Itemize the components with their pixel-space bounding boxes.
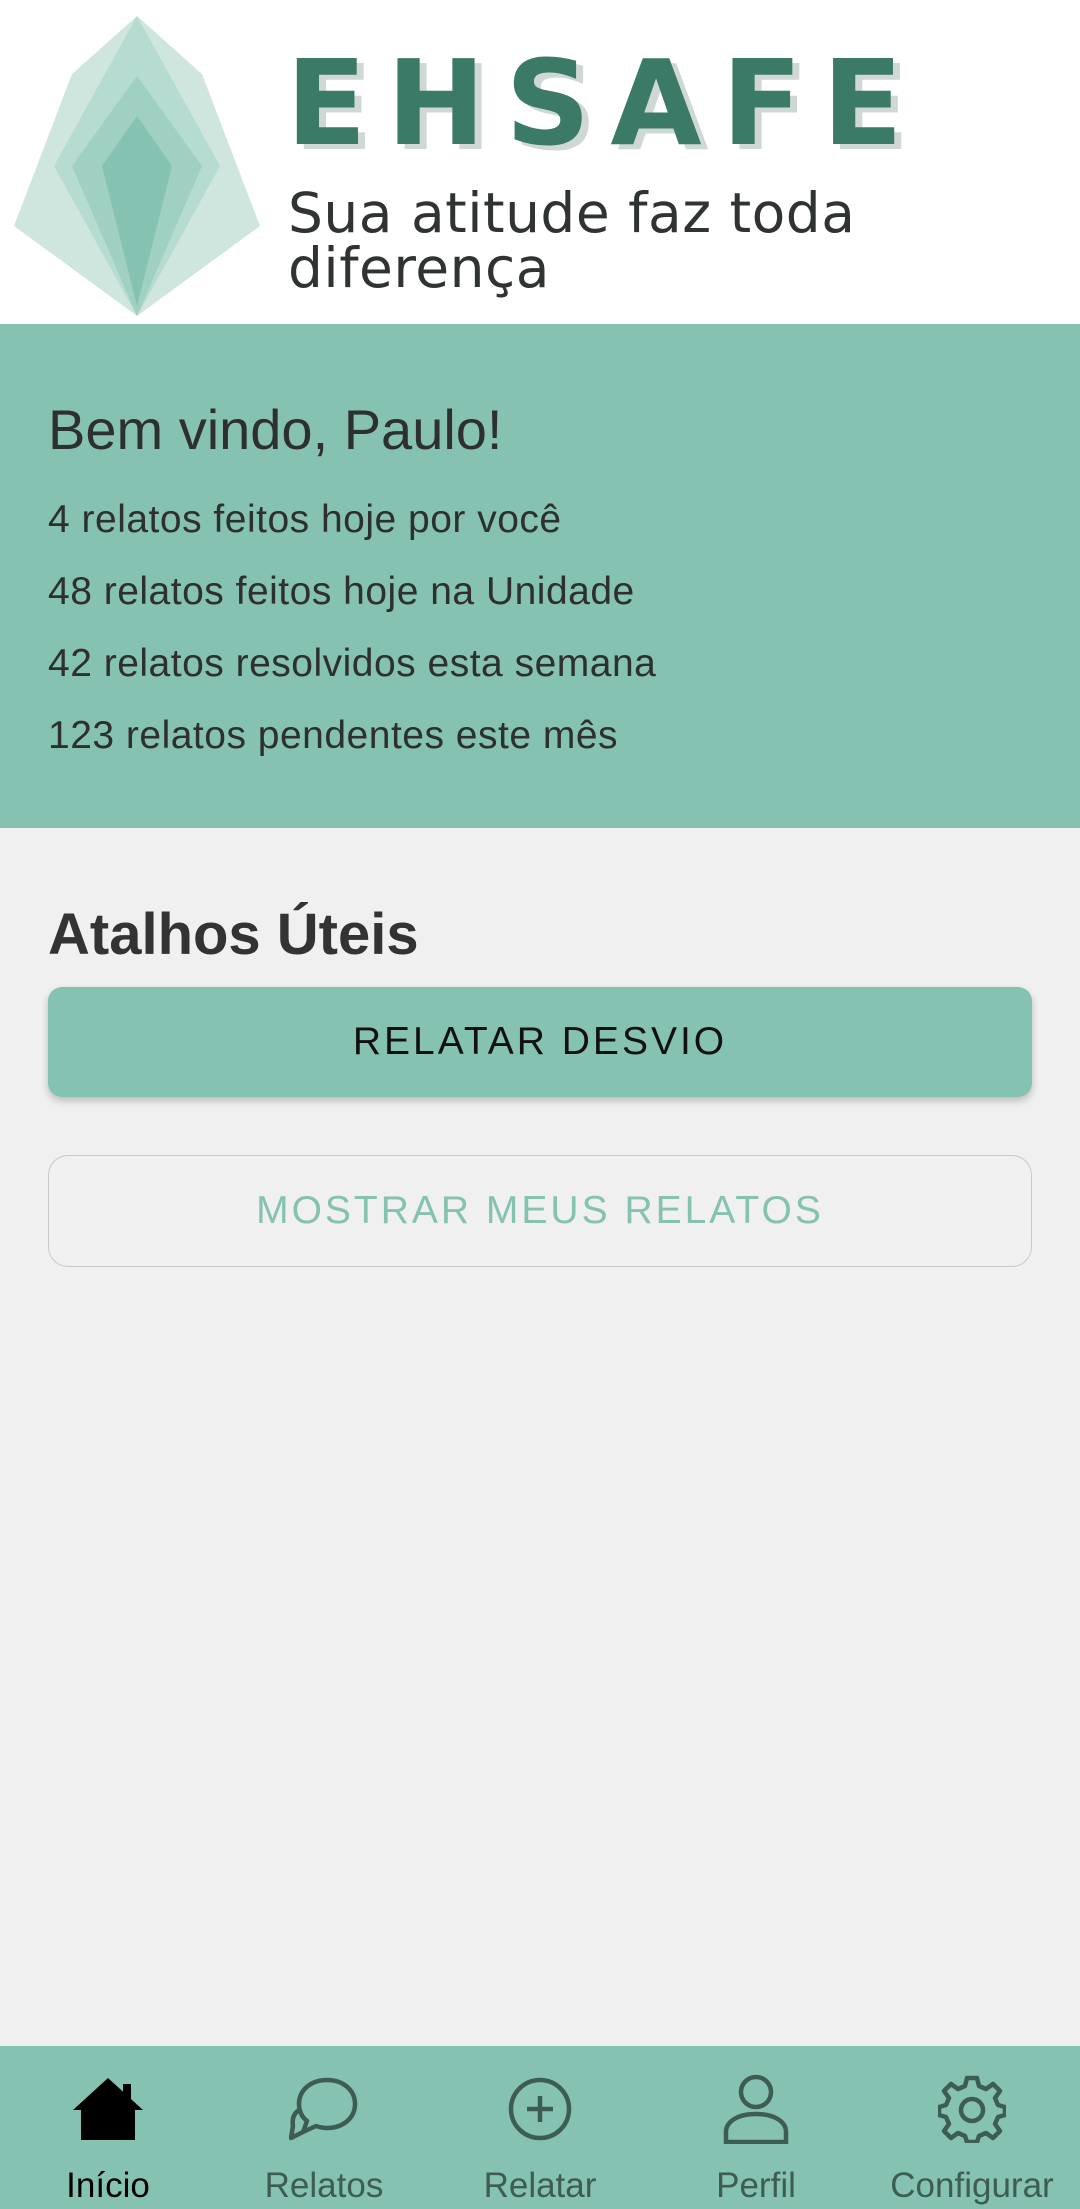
home-icon: [70, 2074, 146, 2144]
nav-item-configurar[interactable]: Configurar: [864, 2046, 1080, 2209]
welcome-title: Bem vindo, Paulo!: [48, 398, 503, 461]
brand-name: EHSAFE: [286, 34, 923, 172]
report-deviation-button[interactable]: RELATAR DESVIO: [48, 987, 1032, 1097]
nav-label-perfil: Perfil: [716, 2166, 796, 2205]
lotus-logo-icon: [14, 16, 260, 316]
stat-reports-resolved-week: 42 relatos resolvidos esta semana: [48, 642, 657, 685]
nav-item-inicio[interactable]: Início: [0, 2046, 216, 2209]
person-icon: [718, 2074, 794, 2144]
nav-label-inicio: Início: [66, 2166, 150, 2205]
add-circle-icon: [502, 2074, 578, 2144]
bottom-nav: Início Relatos Relatar Perfil Configurar: [0, 2046, 1080, 2209]
welcome-panel: Bem vindo, Paulo! 4 relatos feitos hoje …: [0, 324, 1080, 828]
nav-item-relatos[interactable]: Relatos: [216, 2046, 432, 2209]
brand-tagline: Sua atitude faz toda diferença: [288, 181, 856, 300]
nav-item-perfil[interactable]: Perfil: [648, 2046, 864, 2209]
app-header: EHSAFE Sua atitude faz toda diferença: [0, 0, 1080, 324]
shortcuts-title: Atalhos Úteis: [48, 902, 419, 967]
nav-item-relatar[interactable]: Relatar: [432, 2046, 648, 2209]
stat-reports-pending-month: 123 relatos pendentes este mês: [48, 714, 619, 757]
show-my-reports-button[interactable]: MOSTRAR MEUS RELATOS: [48, 1155, 1032, 1267]
nav-label-configurar: Configurar: [890, 2166, 1054, 2205]
chat-bubbles-icon: [286, 2074, 362, 2144]
stat-reports-today-user: 4 relatos feitos hoje por você: [48, 498, 562, 541]
gear-icon: [934, 2074, 1010, 2144]
stat-reports-today-unit: 48 relatos feitos hoje na Unidade: [48, 570, 635, 613]
nav-label-relatos: Relatos: [264, 2166, 384, 2205]
nav-label-relatar: Relatar: [483, 2166, 597, 2205]
